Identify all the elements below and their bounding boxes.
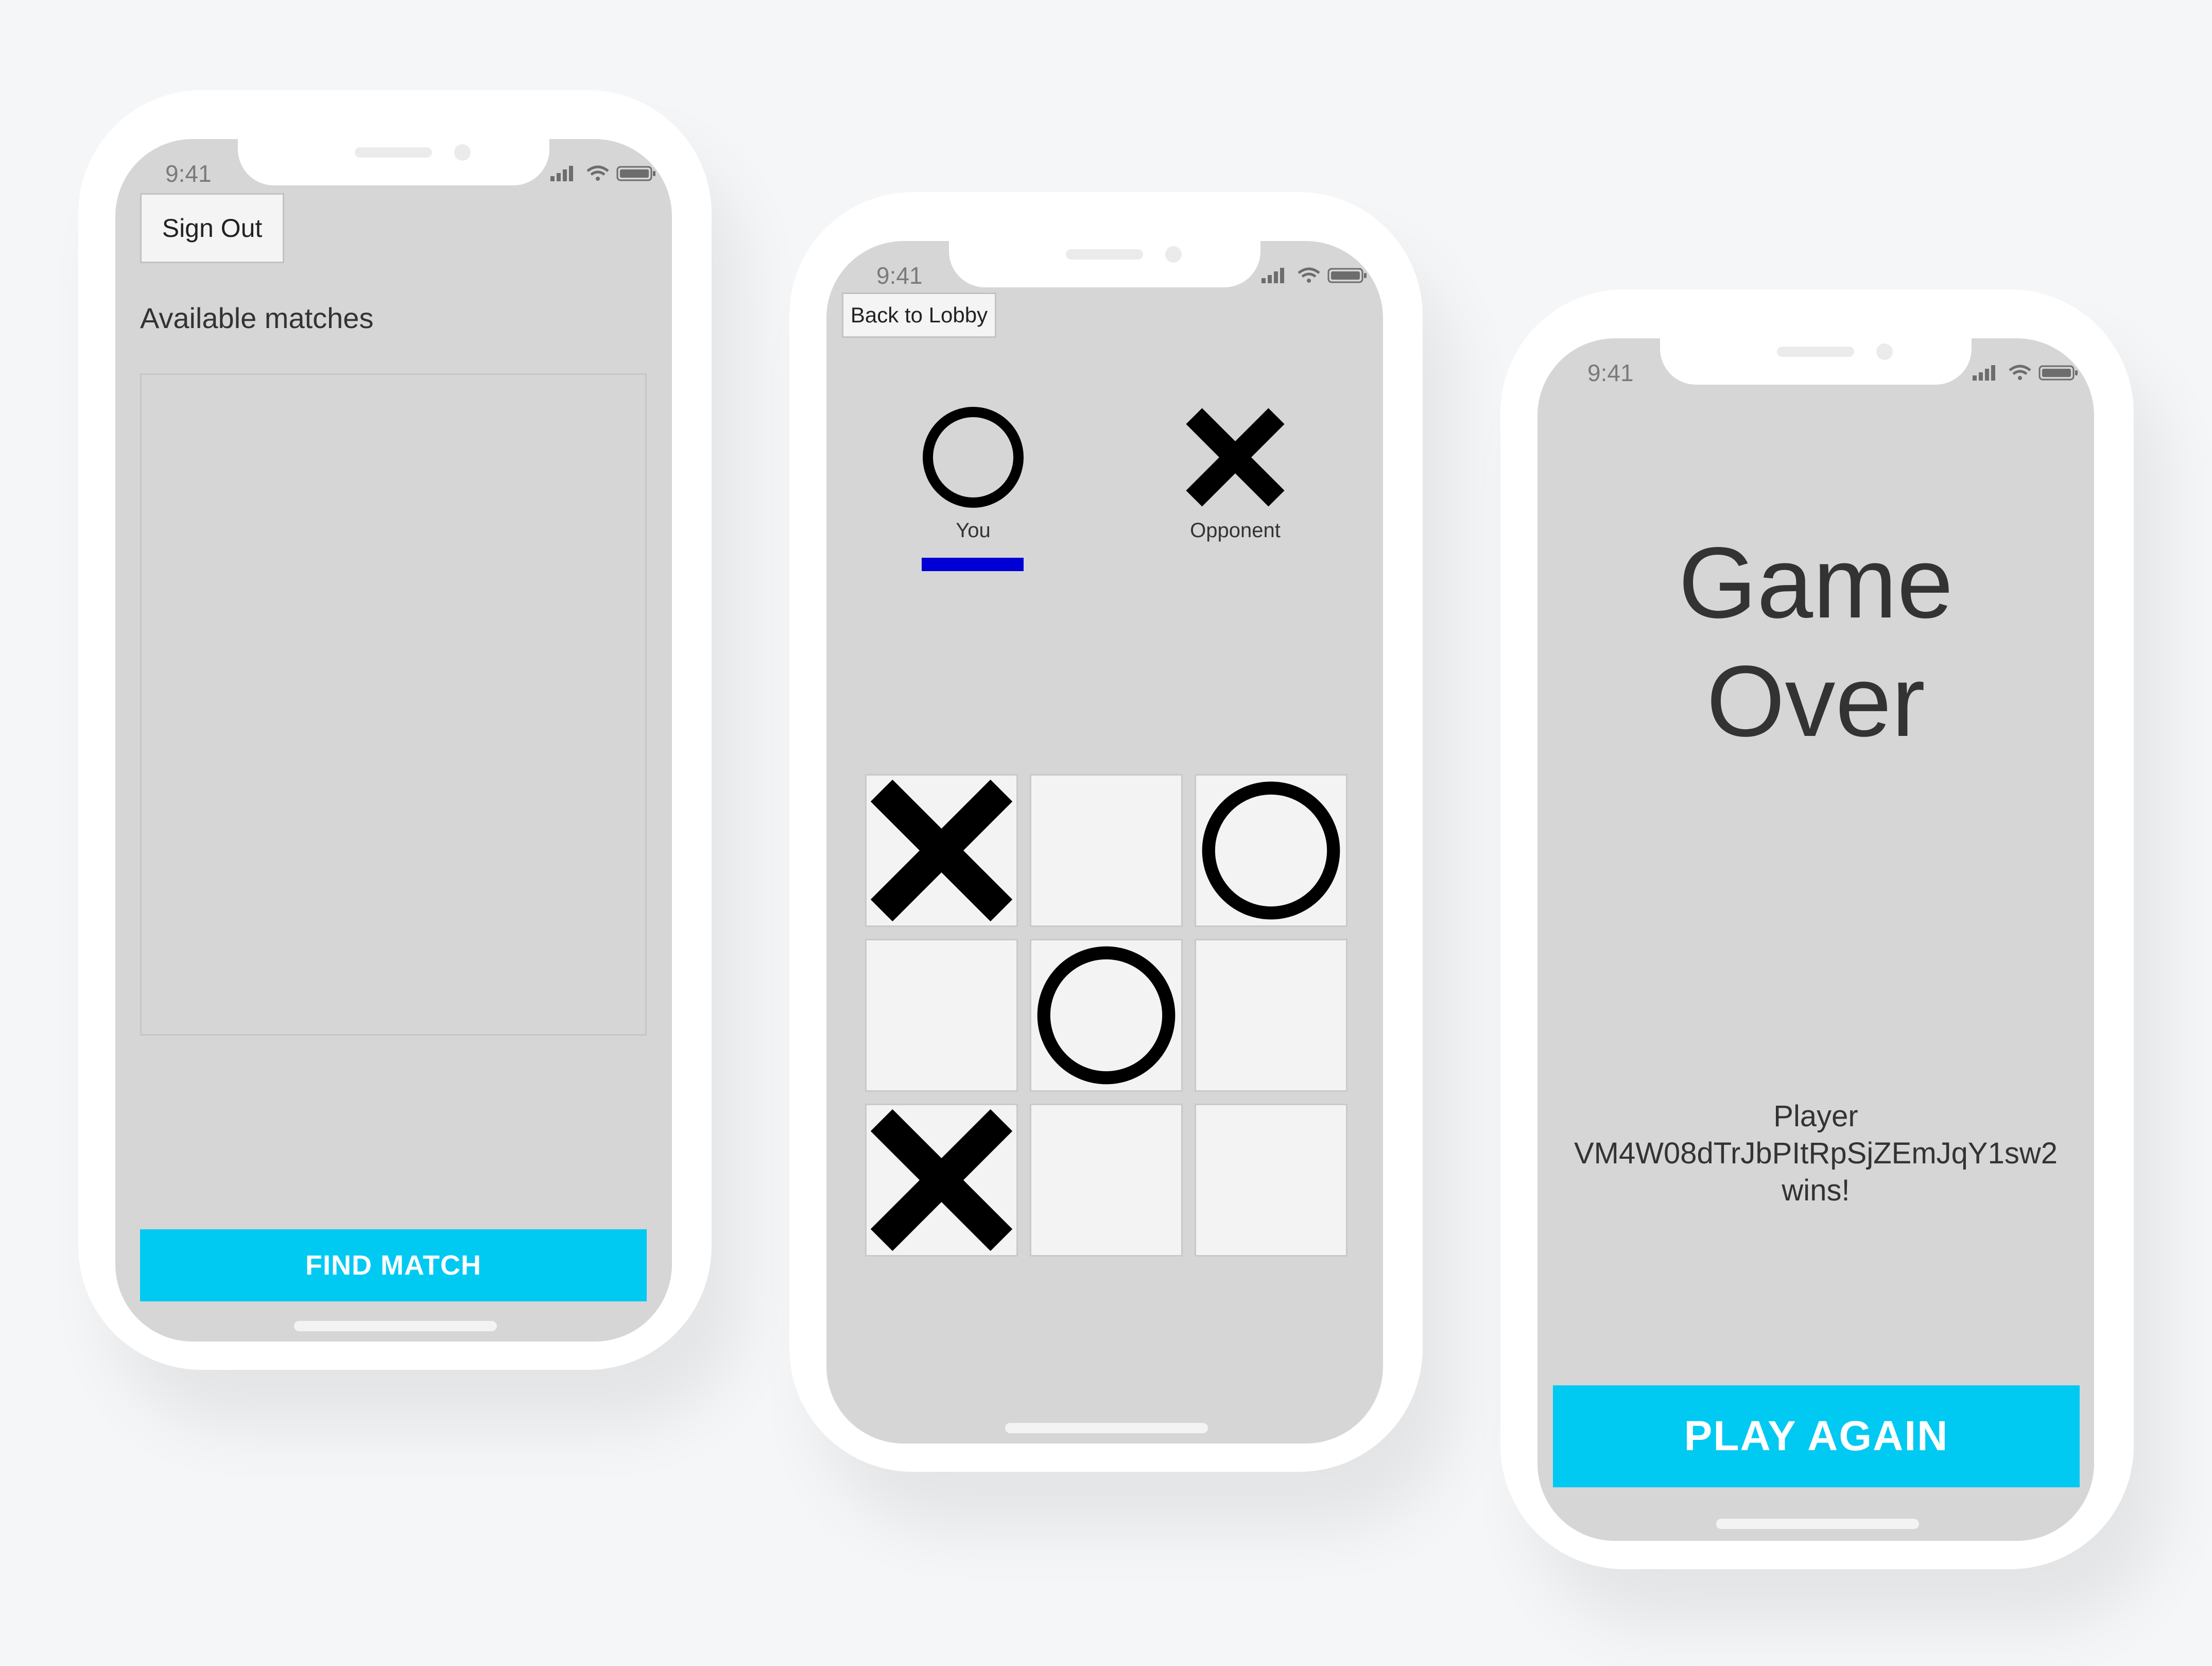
wifi-icon xyxy=(586,165,609,181)
board-cell-0-1[interactable] xyxy=(1030,774,1183,927)
signal-icon xyxy=(1973,365,1995,381)
status-time: 9:41 xyxy=(165,160,212,187)
wifi-icon xyxy=(1298,267,1320,283)
board-cell-1-2[interactable] xyxy=(1195,939,1347,1092)
camera xyxy=(454,144,471,161)
winner-line-1: Player xyxy=(1773,1100,1858,1133)
available-matches-heading: Available matches xyxy=(140,302,374,334)
play-again-button[interactable]: PLAY AGAIN xyxy=(1553,1385,2080,1487)
game-over-phone: 9:41 Game Over Player VM4W08dTrJbPItRpSj… xyxy=(1500,289,2134,1569)
status-time: 9:41 xyxy=(876,262,923,289)
player-opponent-x-icon xyxy=(1186,408,1285,507)
signal-icon xyxy=(1261,268,1284,283)
player-opponent-label: Opponent xyxy=(1190,519,1281,542)
status-time: 9:41 xyxy=(1587,359,1634,386)
board-cell-2-1[interactable] xyxy=(1030,1104,1183,1257)
game-phone: 9:41 Back to Lobby You Opponent xyxy=(789,192,1423,1472)
board-cell-2-0[interactable] xyxy=(865,1104,1018,1257)
wifi-icon xyxy=(2009,365,2031,380)
lobby-phone: 9:41 Sign Out Available matches FIND MAT… xyxy=(78,90,712,1370)
home-indicator xyxy=(1005,1423,1208,1433)
camera xyxy=(1165,246,1182,263)
status-icons xyxy=(1973,365,2078,381)
status-icons xyxy=(550,165,655,181)
find-match-button[interactable]: FIND MATCH xyxy=(140,1229,647,1301)
sign-out-button[interactable]: Sign Out xyxy=(140,193,284,263)
board-cell-0-2[interactable] xyxy=(1195,774,1347,927)
status-icons xyxy=(1261,267,1367,283)
player-you-label: You xyxy=(956,519,991,542)
game-screen: 9:41 Back to Lobby You Opponent xyxy=(826,241,1383,1444)
home-indicator xyxy=(1716,1519,1919,1529)
notch xyxy=(238,139,549,185)
winner-line-3: wins! xyxy=(1782,1174,1850,1207)
speaker xyxy=(1066,249,1143,260)
winner-message: Player VM4W08dTrJbPItRpSjZEmJqY1sw2 wins… xyxy=(1537,1098,2094,1209)
speaker xyxy=(1777,347,1854,357)
x-mark-icon xyxy=(870,1109,1013,1251)
back-to-lobby-button[interactable]: Back to Lobby xyxy=(842,293,996,338)
o-mark-icon xyxy=(1202,781,1340,920)
camera xyxy=(1876,343,1893,360)
speaker xyxy=(355,147,432,158)
board-cell-0-0[interactable] xyxy=(865,774,1018,927)
player-you-o-icon xyxy=(923,407,1024,508)
winner-player-id: VM4W08dTrJbPItRpSjZEmJqY1sw2 xyxy=(1574,1137,2058,1170)
board-cell-2-2[interactable] xyxy=(1195,1104,1347,1257)
signal-icon xyxy=(550,166,573,181)
battery-icon xyxy=(1327,268,1367,283)
matches-list[interactable] xyxy=(140,373,647,1036)
battery-icon xyxy=(2038,365,2078,381)
home-indicator xyxy=(294,1321,497,1331)
battery-icon xyxy=(616,166,655,181)
lobby-screen: 9:41 Sign Out Available matches FIND MAT… xyxy=(115,139,672,1342)
game-over-line-1: Game xyxy=(1678,526,1954,639)
board-cell-1-0[interactable] xyxy=(865,939,1018,1092)
game-over-line-2: Over xyxy=(1706,645,1925,758)
game-over-title: Game Over xyxy=(1537,524,2094,761)
notch xyxy=(949,241,1260,287)
board-cell-1-1[interactable] xyxy=(1030,939,1183,1092)
x-mark-icon xyxy=(870,779,1013,922)
turn-indicator xyxy=(922,558,1024,571)
game-over-screen: 9:41 Game Over Player VM4W08dTrJbPItRpSj… xyxy=(1537,338,2094,1541)
notch xyxy=(1660,338,1972,385)
o-mark-icon xyxy=(1037,946,1176,1085)
